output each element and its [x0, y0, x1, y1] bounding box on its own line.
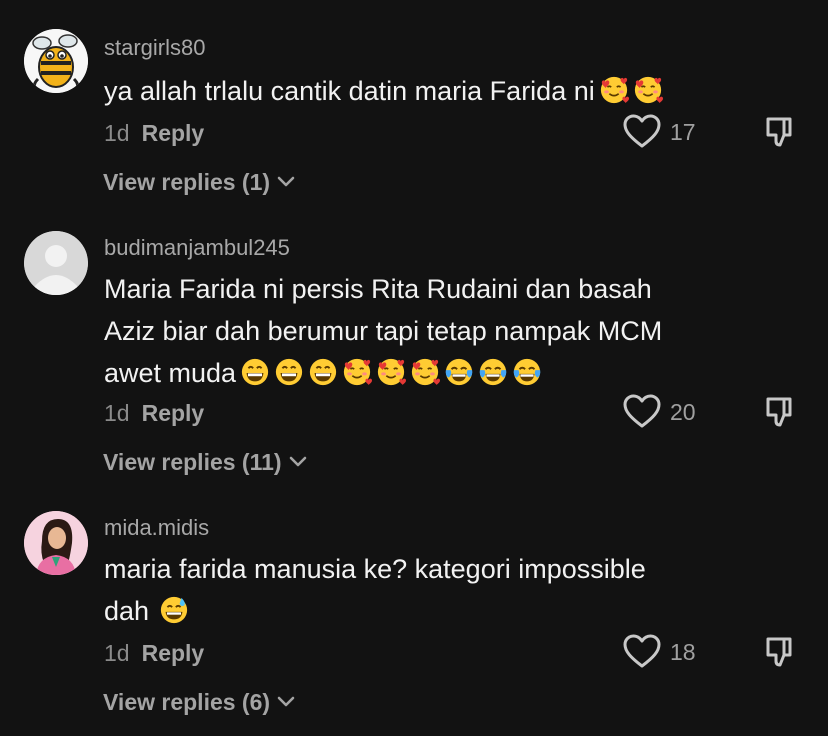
comment-text-line: Aziz biar dah berumur tapi tetap nampak … — [104, 316, 663, 346]
tears-of-joy-icon — [478, 357, 508, 387]
like-count: 18 — [670, 639, 696, 665]
dislike-icon[interactable] — [762, 634, 798, 670]
comment-text-line: maria farida manusia ke? kategori imposs… — [104, 554, 646, 584]
grinning-face-with-sweat-icon — [159, 595, 189, 625]
grinning-face-icon — [240, 357, 270, 387]
comment-text-line: dah — [104, 590, 744, 632]
comment-time: 1d — [104, 640, 130, 666]
grinning-face-icon — [274, 357, 304, 387]
view-replies-label: View replies (1) — [103, 169, 271, 195]
chevron-down-icon — [276, 175, 296, 189]
heart-icon — [622, 632, 662, 672]
grinning-face-icon — [308, 357, 338, 387]
bee-cartoon-avatar-icon — [24, 29, 88, 93]
smiling-face-with-hearts-icon — [599, 75, 629, 105]
heart-icon — [622, 392, 662, 432]
comment-text-line: Maria Farida ni persis Rita Rudaini dan … — [104, 274, 652, 304]
reply-button[interactable]: Reply — [142, 120, 205, 146]
tears-of-joy-icon — [512, 357, 542, 387]
reply-button[interactable]: Reply — [142, 640, 205, 666]
tears-of-joy-icon — [444, 357, 474, 387]
dislike-icon[interactable] — [762, 394, 798, 430]
like-button[interactable]: 17 — [622, 112, 722, 152]
smiling-face-with-hearts-icon — [633, 75, 663, 105]
view-replies-button[interactable]: View replies (6) — [103, 688, 296, 716]
comment-meta: 1d Reply — [104, 639, 204, 667]
smiling-face-with-hearts-icon — [376, 357, 406, 387]
like-button[interactable]: 18 — [622, 632, 722, 672]
comment-text-body: ya allah trlalu cantik datin maria Farid… — [104, 76, 595, 106]
like-button[interactable]: 20 — [622, 392, 722, 432]
like-count: 17 — [670, 119, 696, 145]
smiling-face-with-hearts-icon — [342, 357, 372, 387]
smiling-face-with-hearts-icon — [410, 357, 440, 387]
comment-username[interactable]: budimanjambul245 — [104, 235, 290, 261]
default-avatar-icon — [24, 231, 88, 295]
comment-text-line-body: dah — [104, 596, 150, 626]
reply-button[interactable]: Reply — [142, 400, 205, 426]
heart-icon — [622, 112, 662, 152]
view-replies-button[interactable]: View replies (11) — [103, 448, 308, 476]
view-replies-label: View replies (6) — [103, 689, 271, 715]
comment-text: Maria Farida ni persis Rita Rudaini dan … — [104, 268, 744, 394]
view-replies-label: View replies (11) — [103, 449, 282, 475]
comment-username[interactable]: stargirls80 — [104, 35, 205, 61]
avatar[interactable] — [24, 29, 88, 93]
chevron-down-icon — [288, 455, 308, 469]
like-count: 20 — [670, 399, 696, 425]
comment-time: 1d — [104, 120, 130, 146]
woman-in-pink-avatar-icon — [24, 511, 88, 575]
avatar[interactable] — [24, 511, 88, 575]
comment-text-line: awet muda — [104, 352, 744, 394]
comment-time: 1d — [104, 400, 130, 426]
comment-text: maria farida manusia ke? kategori imposs… — [104, 548, 744, 632]
avatar[interactable] — [24, 231, 88, 295]
comment-text-line-body: awet muda — [104, 358, 237, 388]
view-replies-button[interactable]: View replies (1) — [103, 168, 296, 196]
comment-text: ya allah trlalu cantik datin maria Farid… — [104, 70, 744, 112]
comment-meta: 1d Reply — [104, 119, 204, 147]
comment-meta: 1d Reply — [104, 399, 204, 427]
comment-username[interactable]: mida.midis — [104, 515, 209, 541]
chevron-down-icon — [276, 695, 296, 709]
dislike-icon[interactable] — [762, 114, 798, 150]
